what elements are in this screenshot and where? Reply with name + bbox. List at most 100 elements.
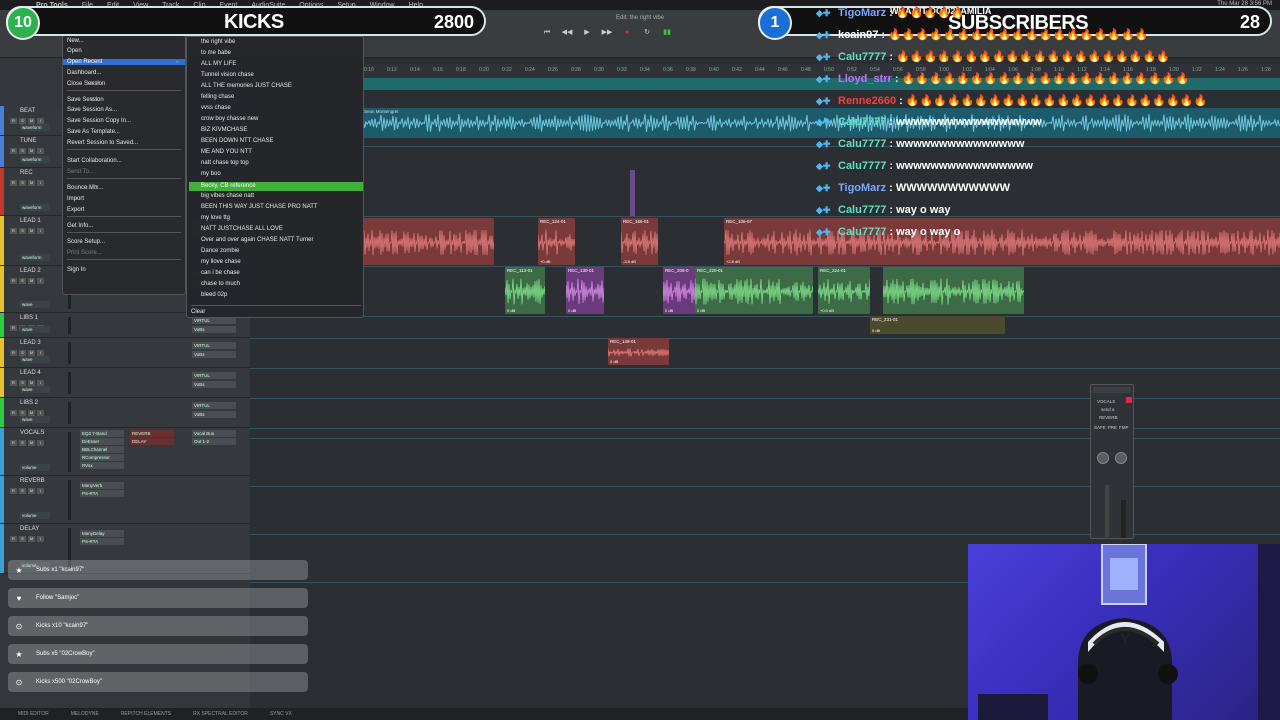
track-toggle-button[interactable]: R (10, 228, 17, 234)
track-toggle-button[interactable]: S (19, 440, 26, 446)
insert-slot[interactable]: EQ3 7-Band (80, 430, 124, 437)
sync-vx-tab[interactable]: SYNC VX (270, 711, 292, 717)
track-name[interactable]: TUNE (20, 138, 36, 144)
track-toggle-button[interactable]: M (28, 278, 35, 284)
io-slot[interactable]: VoBs (192, 326, 236, 333)
track-toggle-button[interactable]: R (10, 278, 17, 284)
track-toggle-button[interactable]: M (28, 148, 35, 154)
track-toggle-button[interactable]: R (10, 325, 17, 331)
recent-session-item[interactable]: crow boy chasse new (201, 116, 258, 122)
track-name[interactable]: LEAD 4 (20, 370, 41, 376)
track-toggle-button[interactable]: R (10, 488, 17, 494)
insert-slot[interactable]: DeEsser (80, 438, 124, 445)
chat-username[interactable]: Lloyd_strr (838, 73, 892, 85)
recent-session-item[interactable]: BEEN THIS WAY JUST CHASE PRO NATT (201, 204, 318, 210)
audio-clip[interactable]: REC_148-01 0 dB (608, 338, 669, 365)
chat-username[interactable]: TigoMarz (838, 182, 886, 194)
file-menu-item[interactable]: Open Recent ▸ (63, 59, 185, 65)
plugin-titlebar[interactable] (1093, 387, 1131, 393)
file-menu-item[interactable]: Open (67, 48, 82, 54)
file-menu-item[interactable]: Score Setup... (67, 239, 105, 245)
audio-clip[interactable]: REC_208-0 0 dB (663, 267, 695, 314)
track-toggle-button[interactable]: S (19, 148, 26, 154)
track-toggle-button[interactable]: S (19, 180, 26, 186)
track-toggle-button[interactable]: S (19, 278, 26, 284)
io-slot[interactable]: VIRTUL (192, 372, 236, 379)
track-view-selector[interactable]: wave (20, 356, 50, 363)
loop-icon[interactable]: ↻ (640, 28, 654, 38)
file-menu-item[interactable]: Import ▸ (67, 196, 84, 202)
recent-session-item[interactable]: BIZ KIVMCHASE (201, 127, 247, 133)
recent-session-item[interactable]: BEEN DOWN NTT CHASE (201, 138, 274, 144)
audio-clip[interactable]: REC_220-01 0 dB (695, 267, 813, 314)
repitch-tab[interactable]: REPITCH ELEMENTS (121, 711, 171, 717)
file-menu-item[interactable]: Close Session ⇧⌘W (67, 81, 105, 87)
send-slot[interactable]: REVERB (130, 430, 174, 437)
recent-session-item[interactable]: big vibes chase natt (201, 193, 254, 199)
track-name[interactable]: DELAY (20, 526, 39, 532)
insert-slot[interactable]: BBLChannel (80, 446, 124, 453)
audio-clip[interactable] (360, 218, 494, 265)
file-menu-item[interactable]: Get Info... (67, 223, 93, 229)
audio-clip[interactable]: REC_124-01 +0 dB (538, 218, 575, 265)
recent-session-item[interactable]: Becky, CB reference (189, 182, 363, 191)
recent-session-item[interactable]: my boo (201, 171, 221, 177)
io-slot[interactable]: VIRTUL (192, 342, 236, 349)
record-icon[interactable]: ● (620, 28, 634, 38)
chat-username[interactable]: Calu7777 (838, 138, 886, 150)
fast-forward-icon[interactable]: ▶▶ (600, 28, 614, 38)
recent-session-item[interactable]: ALL MY LIFE (201, 61, 236, 67)
insert-slot[interactable]: ManyDelay (80, 530, 124, 537)
track-view-selector[interactable]: waveform (20, 156, 50, 163)
track-header[interactable]: REVERB R S M Ivolume ManyVerb PS-RTA (0, 476, 250, 524)
file-menu-item[interactable]: Save Session Copy In... (67, 118, 131, 124)
track-toggle-button[interactable]: S (19, 228, 26, 234)
track-header[interactable]: LIBS 2 R S M Iwave VIRTUL VoBs (0, 398, 250, 428)
track-toggle-button[interactable]: I (37, 440, 44, 446)
recent-session-item[interactable]: Over and over again CHASE NATT Turner (201, 237, 314, 243)
track-name[interactable]: LEAD 1 (20, 218, 41, 224)
track-name[interactable]: VOCALS (20, 430, 44, 436)
track-view-selector[interactable]: waveform (20, 254, 50, 261)
file-menu-item[interactable]: Sign In (67, 267, 86, 273)
stop-icon[interactable]: ◀◀ (560, 28, 574, 38)
track-view-selector[interactable]: wave (20, 416, 50, 423)
recent-session-item[interactable]: vvss chase (201, 105, 231, 111)
recent-session-item[interactable]: bleed 02p (201, 292, 227, 298)
track-toggle-button[interactable]: I (37, 148, 44, 154)
track-name[interactable]: LIBS 2 (20, 400, 38, 406)
recent-session-item[interactable]: ALL THE memories JUST CHASE (201, 83, 292, 89)
track-toggle-button[interactable]: R (10, 350, 17, 356)
file-menu-item[interactable]: Dashboard... (67, 70, 101, 76)
track-toggle-button[interactable]: I (37, 278, 44, 284)
audio-clip[interactable]: REC_130-01 0 dB (566, 267, 604, 314)
recent-session-item[interactable]: my love ttg (201, 215, 230, 221)
track-toggle-button[interactable]: R (10, 118, 17, 124)
melodyne-tab[interactable]: MELODYNE (71, 711, 99, 717)
track-toggle-button[interactable]: M (28, 440, 35, 446)
io-slot[interactable]: Vocal Bus (192, 430, 236, 437)
recent-session-item[interactable]: chase to much (201, 281, 240, 287)
close-icon[interactable] (1126, 397, 1132, 403)
rewind-icon[interactable]: ⏮ (540, 28, 554, 38)
insert-slot[interactable]: PS-RTA (80, 490, 124, 497)
track-toggle-button[interactable]: M (28, 488, 35, 494)
io-slot[interactable]: Out 1-2 (192, 438, 236, 445)
chat-username[interactable]: TigoMarz (838, 7, 886, 19)
track-toggle-button[interactable]: I (37, 536, 44, 542)
track-view-selector[interactable]: volume (20, 464, 50, 471)
send-slot[interactable]: DELAY (130, 438, 174, 445)
chat-username[interactable]: Calu7777 (838, 116, 886, 128)
recent-session-item[interactable]: felling chase (201, 94, 234, 100)
safe-button[interactable]: SAFE (1094, 425, 1106, 430)
recent-session-item[interactable]: NATT JUSTCHASE ALL LOVE (201, 226, 283, 232)
chat-username[interactable]: Calu7777 (838, 204, 886, 216)
send-pan-knob[interactable] (1115, 452, 1127, 464)
track-header[interactable]: LEAD 4 R S M Iwave VIRTUL VoBs (0, 368, 250, 398)
recent-session-item[interactable]: natt chase top top (201, 160, 249, 166)
pre-button[interactable]: PRE (1108, 425, 1117, 430)
track-name[interactable]: LIBS 1 (20, 315, 38, 321)
file-menu-item[interactable]: Revert Session to Saved... (67, 140, 138, 146)
track-toggle-button[interactable]: S (19, 536, 26, 542)
chat-username[interactable]: Renne2660 (838, 95, 896, 107)
